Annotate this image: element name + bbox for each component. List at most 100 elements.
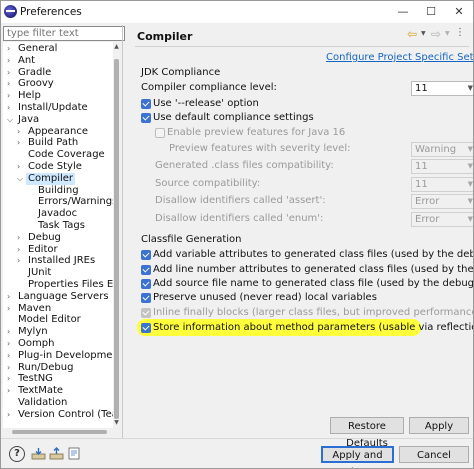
apply-and-close-button[interactable]: Apply and Close [321,446,394,468]
close-button[interactable]: ✕ [445,1,473,23]
tree-item-label: Building [38,184,79,196]
collapsed-twisty-icon[interactable]: › [7,67,15,79]
collapsed-twisty-icon[interactable]: › [7,43,15,55]
tree-item-label: Debug [28,231,61,243]
back-dropdown-icon[interactable]: ▼ [421,30,426,37]
cancel-button[interactable]: Cancel [399,446,469,463]
release-option-label: Use '--release' option [153,98,259,109]
source-compat-label: Source compatibility: [155,178,261,189]
configure-project-settings-link[interactable]: Configure Project Specific Settings... [326,52,473,63]
classfile-option-label: Preserve unused (never read) local varia… [153,292,377,303]
severity-value: Warning [415,144,457,155]
restore-defaults-button[interactable]: Restore Defaults [330,417,404,449]
tree-item-label: TestNG [18,373,53,385]
tree-vertical-scrollbar[interactable]: ▲ ▼ [113,42,120,428]
forward-arrow-icon[interactable]: ⇨ [431,27,441,41]
tree-item-label: Javadoc [38,208,78,220]
hscroll-thumb[interactable] [12,430,107,434]
title-separator [135,46,469,47]
default-compliance-checkbox[interactable] [141,113,151,123]
collapsed-twisty-icon[interactable]: › [7,78,15,90]
maximize-button[interactable]: ☐ [417,1,445,23]
collapsed-twisty-icon[interactable]: › [17,255,25,267]
expanded-twisty-icon[interactable]: ⌵ [7,114,15,126]
scroll-down-icon[interactable]: ▼ [113,419,120,427]
collapsed-twisty-icon[interactable]: › [7,90,15,102]
classfile-option-checkbox[interactable] [141,279,151,289]
collapsed-twisty-icon[interactable]: › [7,350,15,362]
tree-item-label: Appearance [28,125,89,137]
collapsed-twisty-icon[interactable]: › [7,55,15,67]
help-icon[interactable]: ? [9,446,25,462]
collapsed-twisty-icon[interactable]: › [7,409,15,421]
tree-item-label: Errors/Warnings [38,196,113,208]
collapsed-twisty-icon[interactable]: › [7,291,15,303]
release-option-checkbox[interactable] [141,99,151,109]
preferences-file-icon[interactable] [67,447,82,460]
classfile-option-checkbox [141,308,151,318]
tree-item-label: TextMate [18,385,64,397]
classfile-option-checkbox[interactable] [141,265,151,275]
minimize-button[interactable]: — [389,1,417,23]
generated-compat-value: 11 [415,161,428,172]
default-compliance-label: Use default compliance settings [153,112,314,123]
title-bar: Preferences — ☐ ✕ [1,1,473,23]
tree-item-label: Help [18,90,41,102]
tree-item-label: Editor [28,243,58,255]
classfile-option-checkbox[interactable] [141,293,151,303]
scroll-up-icon[interactable]: ▲ [113,43,120,51]
chevron-down-icon: ▼ [467,180,473,188]
collapsed-twisty-icon[interactable]: › [17,137,25,149]
collapsed-twisty-icon[interactable]: › [17,161,25,173]
tree-item-label: Validation [18,397,68,408]
collapsed-twisty-icon[interactable]: › [7,373,15,385]
pane-divider[interactable] [122,25,123,439]
generated-compat-select: 11 ▼ [411,159,473,174]
chevron-down-icon: ▼ [467,145,473,153]
collapsed-twisty-icon[interactable]: › [7,362,15,374]
tree-horizontal-scrollbar[interactable] [3,428,120,436]
assert-label: Disallow identifiers called 'assert': [155,195,326,206]
collapsed-twisty-icon[interactable]: › [7,338,15,350]
tree-item-label: Model Editor [18,314,81,326]
tree-item-label: Install/Update [18,102,88,113]
tree-item-label: Plug-in Development [18,349,113,361]
preference-tree[interactable]: › General › Ant › Gradle › Groovy › Help › Install/… [3,42,113,428]
collapsed-twisty-icon[interactable]: › [17,232,25,244]
apply-button[interactable]: Apply [409,417,469,434]
chevron-down-icon: ▼ [467,162,473,170]
collapsed-twisty-icon[interactable]: › [17,126,25,138]
import-icon[interactable] [31,447,46,460]
collapsed-twisty-icon[interactable]: › [7,303,15,315]
enum-label: Disallow identifiers called 'enum': [155,213,324,224]
assert-select: Error ▼ [411,194,473,209]
classfile-option-label: Add line number attributes to generated … [153,264,474,275]
forward-dropdown-icon[interactable]: ▼ [445,30,450,37]
footer-separator [1,438,473,439]
classfile-option-checkbox[interactable] [141,323,151,333]
tree-item-label: Ant [18,54,36,66]
collapsed-twisty-icon[interactable]: › [7,385,15,397]
back-arrow-icon[interactable]: ⇦ [407,27,417,41]
compliance-level-select[interactable]: 11 ▼ [411,81,473,96]
collapsed-twisty-icon[interactable]: › [7,326,15,338]
expanded-twisty-icon[interactable]: ⌵ [17,173,25,185]
assert-value: Error [415,196,440,207]
severity-label: Preview features with severity level: [169,143,351,154]
tree-item-label: Mylyn [18,326,48,338]
enum-value: Error [415,214,440,225]
tree-item-label: Installed JREs [28,255,96,267]
tree-item-label: Run/Debug [18,361,74,373]
classfile-option-checkbox[interactable] [141,250,151,260]
filter-input[interactable] [3,26,125,41]
classfile-option-label: Add variable attributes to generated cla… [153,249,474,260]
scroll-thumb[interactable] [114,59,119,419]
collapsed-twisty-icon[interactable]: › [17,244,25,256]
view-menu-icon[interactable]: ⋮ [455,27,465,38]
tree-item-label: General [18,43,58,54]
source-compat-select: 11 ▼ [411,177,473,192]
collapsed-twisty-icon[interactable]: › [7,102,15,114]
export-icon[interactable] [49,447,64,460]
severity-select: Warning ▼ [411,142,473,157]
tree-item-label: Groovy [18,78,54,90]
